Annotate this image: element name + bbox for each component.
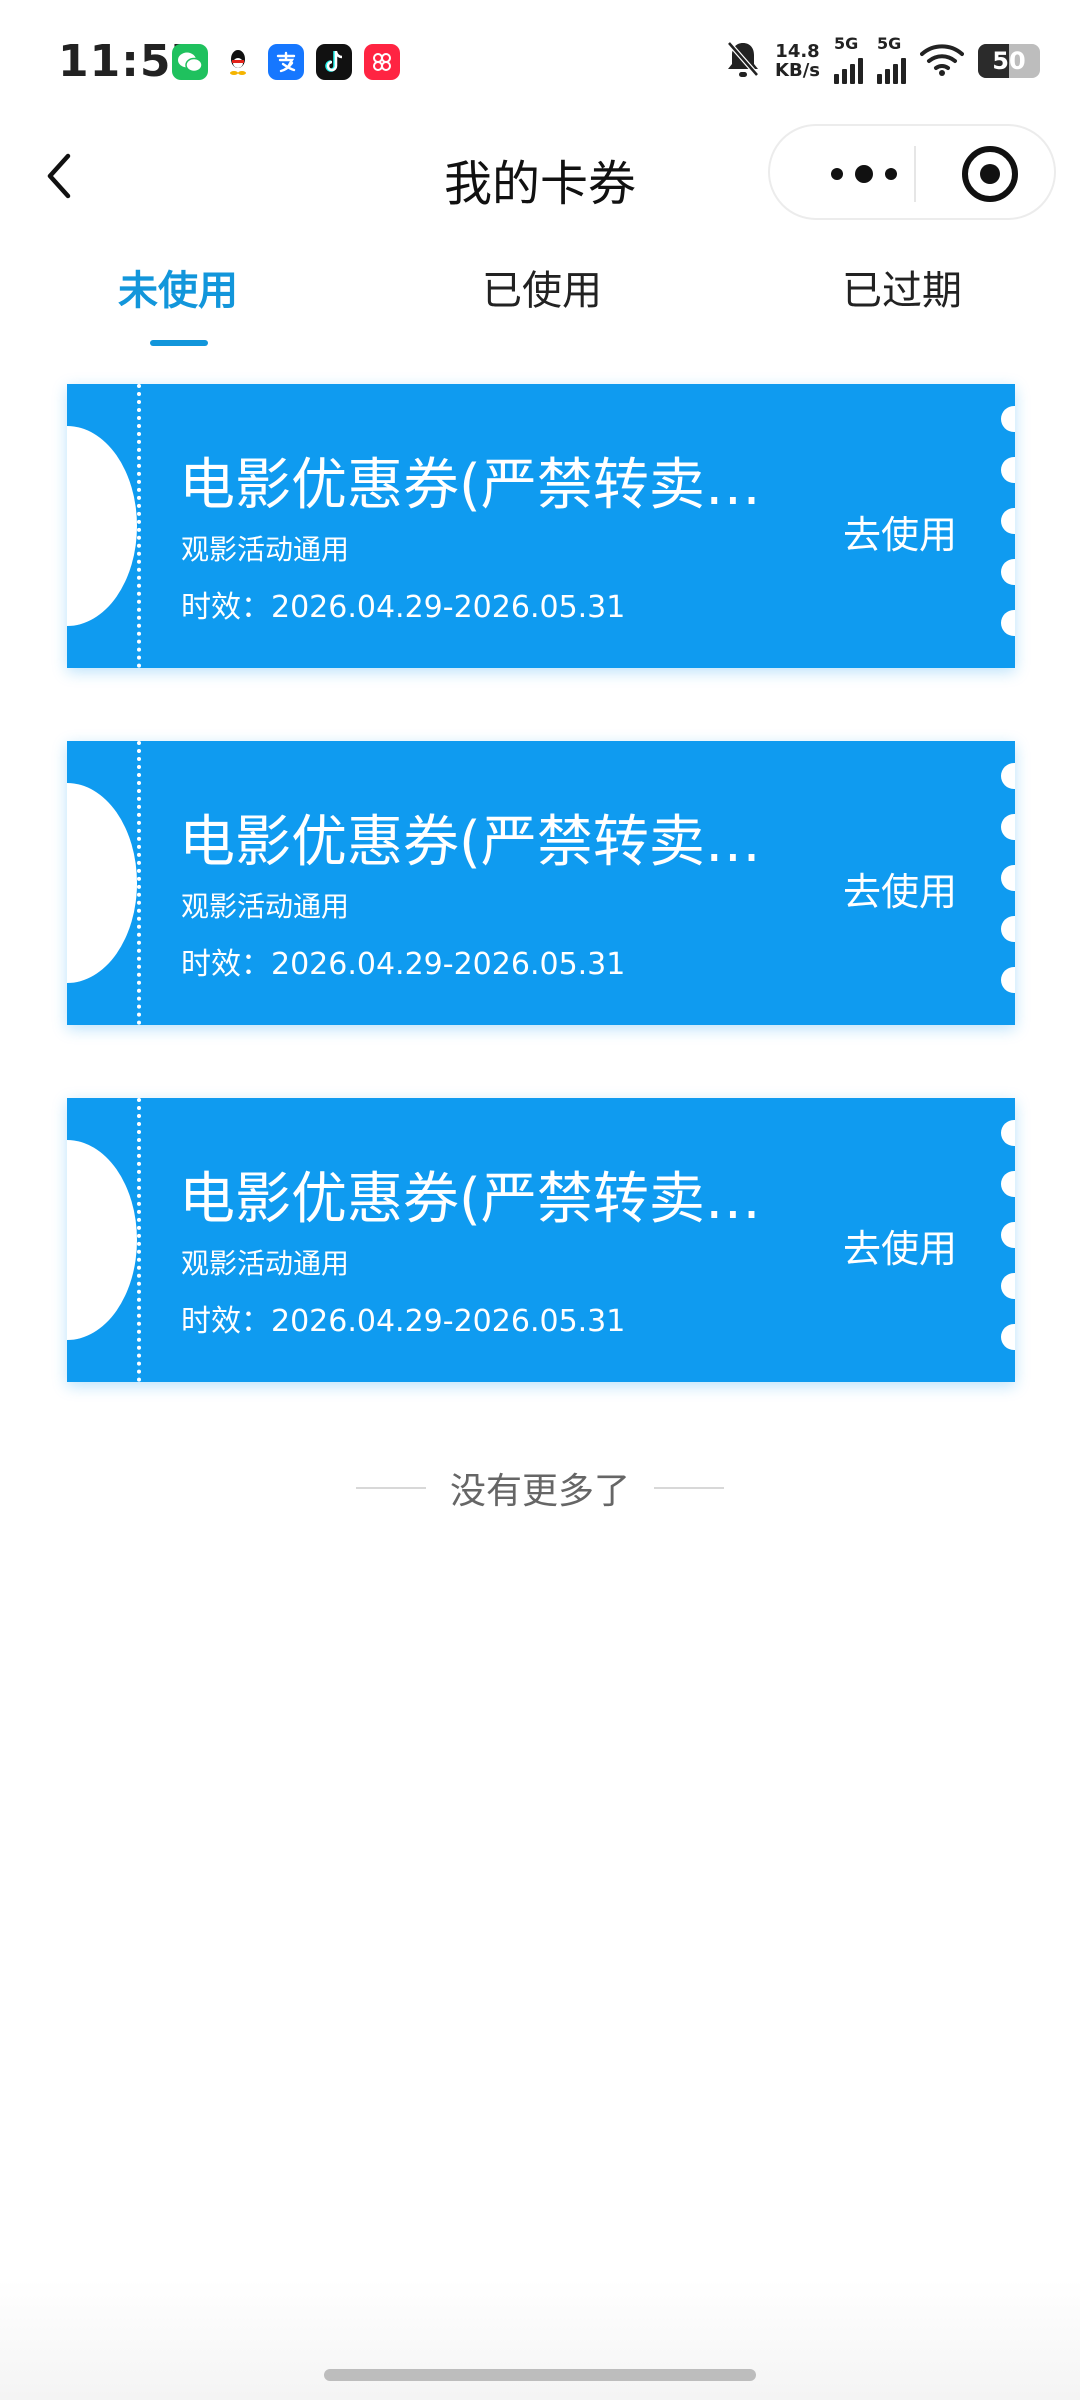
list-end-indicator: 没有更多了 xyxy=(0,1462,1080,1514)
mini-program-capsule xyxy=(768,124,1056,220)
bell-muted-icon xyxy=(725,39,761,83)
network-speed: 14.8 KB/s xyxy=(775,42,820,80)
tab-used[interactable]: 已使用 xyxy=(482,258,602,316)
coupon-card[interactable]: 电影优惠券(严禁转卖… 观影活动通用 时效：2026.04.29-2026.05… xyxy=(67,384,1015,668)
signal-icon: 5G xyxy=(834,34,863,84)
tab-unused[interactable]: 未使用 xyxy=(118,258,238,316)
coupon-notch xyxy=(67,426,137,626)
no-more-text: 没有更多了 xyxy=(449,1471,630,1512)
notification-app-icons xyxy=(172,44,400,80)
douyin-icon xyxy=(316,44,352,80)
coupon-notch xyxy=(67,783,137,983)
coupon-perforation xyxy=(137,741,141,1025)
alipay-icon xyxy=(268,44,304,80)
coupon-card[interactable]: 电影优惠券(严禁转卖… 观影活动通用 时效：2026.04.29-2026.05… xyxy=(67,1098,1015,1382)
divider xyxy=(654,1487,724,1489)
nav-bar: 我的卡券 xyxy=(0,120,1080,240)
signal-label: 5G xyxy=(877,34,902,53)
coupon-edge-holes xyxy=(1001,763,1015,993)
divider xyxy=(355,1487,426,1489)
xiaohongshu-icon xyxy=(364,44,400,80)
coupon-edge-holes xyxy=(1001,406,1015,636)
home-indicator[interactable] xyxy=(324,2369,756,2381)
use-coupon-button[interactable]: 去使用 xyxy=(843,504,957,559)
battery-icon: 50 xyxy=(978,44,1040,78)
coupon-desc: 观影活动通用 xyxy=(181,533,350,566)
coupon-validity: 时效：2026.04.29-2026.05.31 xyxy=(181,1304,626,1339)
active-tab-indicator xyxy=(150,340,208,346)
coupon-perforation xyxy=(137,1098,141,1382)
coupon-edge-holes xyxy=(1001,1120,1015,1350)
more-button[interactable] xyxy=(814,156,914,192)
wifi-icon xyxy=(920,42,964,80)
coupon-validity: 时效：2026.04.29-2026.05.31 xyxy=(181,590,626,625)
use-coupon-button[interactable]: 去使用 xyxy=(843,1218,957,1273)
coupon-tabs: 未使用 已使用 已过期 xyxy=(0,258,1080,358)
coupon-notch xyxy=(67,1140,137,1340)
coupon-name: 电影优惠券(严禁转卖… xyxy=(179,810,759,875)
coupon-name: 电影优惠券(严禁转卖… xyxy=(179,1167,759,1232)
status-bar: 11:57 14.8 KB/s 5G 5G 50 xyxy=(0,0,1080,120)
tab-expired[interactable]: 已过期 xyxy=(842,258,962,316)
coupon-perforation xyxy=(137,384,141,668)
signal-icon: 5G xyxy=(877,34,906,84)
wechat-icon xyxy=(172,44,208,80)
capsule-divider xyxy=(914,146,916,202)
more-dots-icon xyxy=(831,165,897,183)
bottom-area xyxy=(0,2280,1080,2400)
coupon-desc: 观影活动通用 xyxy=(181,890,350,923)
speed-value: 14.8 xyxy=(775,41,820,62)
coupon-desc: 观影活动通用 xyxy=(181,1247,350,1280)
battery-level: 50 xyxy=(992,47,1026,75)
coupon-card[interactable]: 电影优惠券(严禁转卖… 观影活动通用 时效：2026.04.29-2026.05… xyxy=(67,741,1015,1025)
signal-label: 5G xyxy=(834,34,859,53)
use-coupon-button[interactable]: 去使用 xyxy=(843,861,957,916)
coupon-name: 电影优惠券(严禁转卖… xyxy=(179,453,759,518)
coupon-validity: 时效：2026.04.29-2026.05.31 xyxy=(181,947,626,982)
status-indicators: 14.8 KB/s 5G 5G 50 xyxy=(725,34,1040,84)
speed-unit: KB/s xyxy=(775,60,820,81)
target-circle-icon[interactable] xyxy=(962,146,1018,202)
qq-icon xyxy=(220,44,256,80)
